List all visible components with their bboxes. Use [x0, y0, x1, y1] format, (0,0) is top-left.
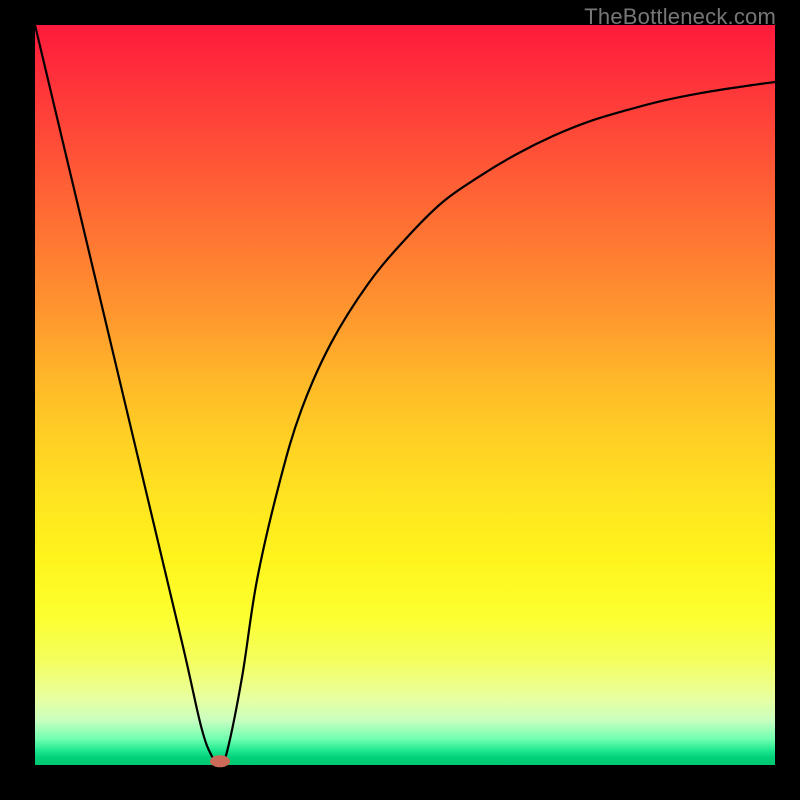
- plot-area: [35, 25, 775, 765]
- curve-svg: [35, 25, 775, 765]
- chart-frame: TheBottleneck.com: [0, 0, 800, 800]
- optimal-marker: [210, 755, 230, 767]
- curve-path: [35, 25, 775, 765]
